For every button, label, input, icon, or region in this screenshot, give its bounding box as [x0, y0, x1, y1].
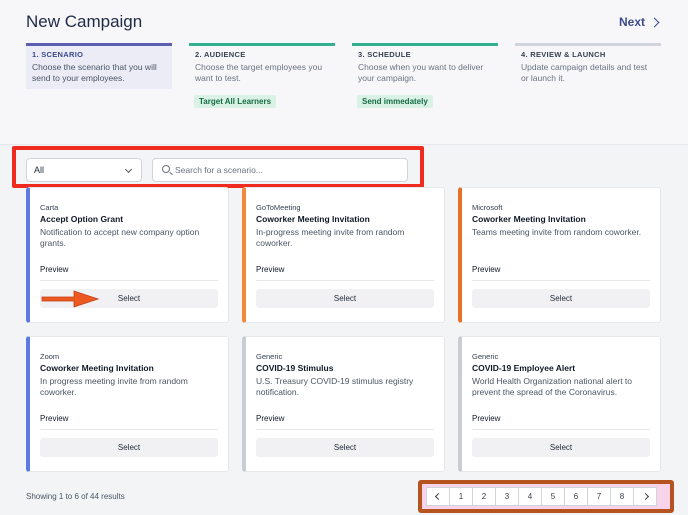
step-description: Choose the scenario that you will send t… — [32, 62, 157, 83]
card-title: Accept Option Grant — [40, 214, 124, 224]
pagination: 1 2 3 4 5 6 7 8 — [426, 487, 657, 506]
search-input[interactable] — [175, 162, 403, 178]
step-description: Choose when you want to deliver your cam… — [358, 62, 484, 83]
results-count: Showing 1 to 6 of 44 results — [26, 492, 125, 501]
preview-link[interactable]: Preview — [40, 265, 68, 274]
scenario-card: Zoom Coworker Meeting Invitation In prog… — [26, 336, 229, 472]
card-description: In progress meeting invite from random c… — [40, 376, 188, 397]
schedule-badge: Send immedately — [357, 95, 433, 108]
step-title: 4. REVIEW & LAUNCH — [521, 50, 606, 59]
page-button-1[interactable]: 1 — [449, 487, 473, 506]
search-icon — [162, 165, 170, 173]
prev-page-button[interactable] — [426, 487, 450, 506]
scenario-card: Generic COVID-19 Stimulus U.S. Treasury … — [242, 336, 445, 472]
next-page-button[interactable] — [633, 487, 657, 506]
preview-link[interactable]: Preview — [472, 414, 500, 423]
card-description: World Health Organization national alert… — [472, 376, 633, 397]
page-button-7[interactable]: 7 — [587, 487, 611, 506]
preview-link[interactable]: Preview — [40, 414, 68, 423]
page-button-4[interactable]: 4 — [518, 487, 542, 506]
annotation-arrow-icon — [41, 290, 100, 308]
card-divider — [40, 280, 218, 281]
chevron-right-icon — [641, 492, 649, 501]
audience-badge: Target All Learners — [194, 95, 277, 108]
card-divider — [256, 280, 434, 281]
chevron-right-icon — [649, 17, 660, 27]
card-vendor: Generic — [472, 352, 499, 361]
next-label: Next — [618, 15, 645, 29]
card-vendor: Generic — [256, 352, 283, 361]
card-description: U.S. Treasury COVID-19 stimulus registry… — [256, 376, 414, 397]
card-divider — [256, 429, 434, 430]
step-title: 3. SCHEDULE — [358, 50, 411, 59]
step-schedule[interactable]: 3. SCHEDULE Choose when you want to deli… — [352, 43, 498, 89]
next-button[interactable]: Next — [618, 15, 660, 29]
card-divider — [40, 429, 218, 430]
select-button[interactable]: Select — [472, 438, 650, 457]
card-title: COVID-19 Employee Alert — [472, 363, 576, 373]
card-vendor: Carta — [40, 203, 59, 212]
page-button-8[interactable]: 8 — [610, 487, 634, 506]
select-button[interactable]: Select — [40, 438, 218, 457]
step-review-launch[interactable]: 4. REVIEW & LAUNCH Update campaign detai… — [515, 43, 661, 89]
select-button[interactable]: Select — [472, 289, 650, 308]
card-vendor: Zoom — [40, 352, 60, 361]
chevron-left-icon — [434, 492, 442, 501]
card-description: In-progress meeting invite from random c… — [256, 227, 405, 248]
scenario-card: Microsoft Coworker Meeting Invitation Te… — [458, 187, 661, 323]
preview-link[interactable]: Preview — [472, 265, 500, 274]
category-select[interactable]: All — [26, 158, 142, 182]
card-divider — [472, 429, 650, 430]
preview-link[interactable]: Preview — [256, 414, 284, 423]
select-button[interactable]: Select — [256, 289, 434, 308]
page-button-2[interactable]: 2 — [472, 487, 496, 506]
step-title: 2. AUDIENCE — [195, 50, 246, 59]
preview-link[interactable]: Preview — [256, 265, 284, 274]
page-button-5[interactable]: 5 — [541, 487, 565, 506]
card-description: Teams meeting invite from random coworke… — [472, 227, 642, 237]
card-title: Coworker Meeting Invitation — [40, 363, 154, 373]
scenario-search[interactable] — [152, 158, 408, 182]
chevron-down-icon — [124, 165, 133, 174]
page-title: New Campaign — [26, 12, 143, 31]
category-select-value: All — [34, 165, 45, 175]
step-scenario[interactable]: 1. SCENARIO Choose the scenario that you… — [26, 43, 172, 89]
card-divider — [472, 280, 650, 281]
step-description: Choose the target employees you want to … — [195, 62, 323, 83]
card-title: COVID-19 Stimulus — [256, 363, 334, 373]
card-description: Notification to accept new company optio… — [40, 227, 200, 248]
card-vendor: GoToMeeting — [256, 203, 301, 212]
page-button-3[interactable]: 3 — [495, 487, 519, 506]
step-description: Update campaign details and test or laun… — [521, 62, 648, 83]
step-audience[interactable]: 2. AUDIENCE Choose the target employees … — [189, 43, 335, 89]
card-title: Coworker Meeting Invitation — [256, 214, 370, 224]
step-title: 1. SCENARIO — [32, 50, 84, 59]
scenario-card: GoToMeeting Coworker Meeting Invitation … — [242, 187, 445, 323]
select-button[interactable]: Select — [256, 438, 434, 457]
card-vendor: Microsoft — [472, 203, 503, 212]
card-title: Coworker Meeting Invitation — [472, 214, 586, 224]
page-button-6[interactable]: 6 — [564, 487, 588, 506]
campaign-header: New Campaign Next 1. SCENARIO Choose the… — [0, 0, 688, 145]
scenario-card: Generic COVID-19 Employee Alert World He… — [458, 336, 661, 472]
